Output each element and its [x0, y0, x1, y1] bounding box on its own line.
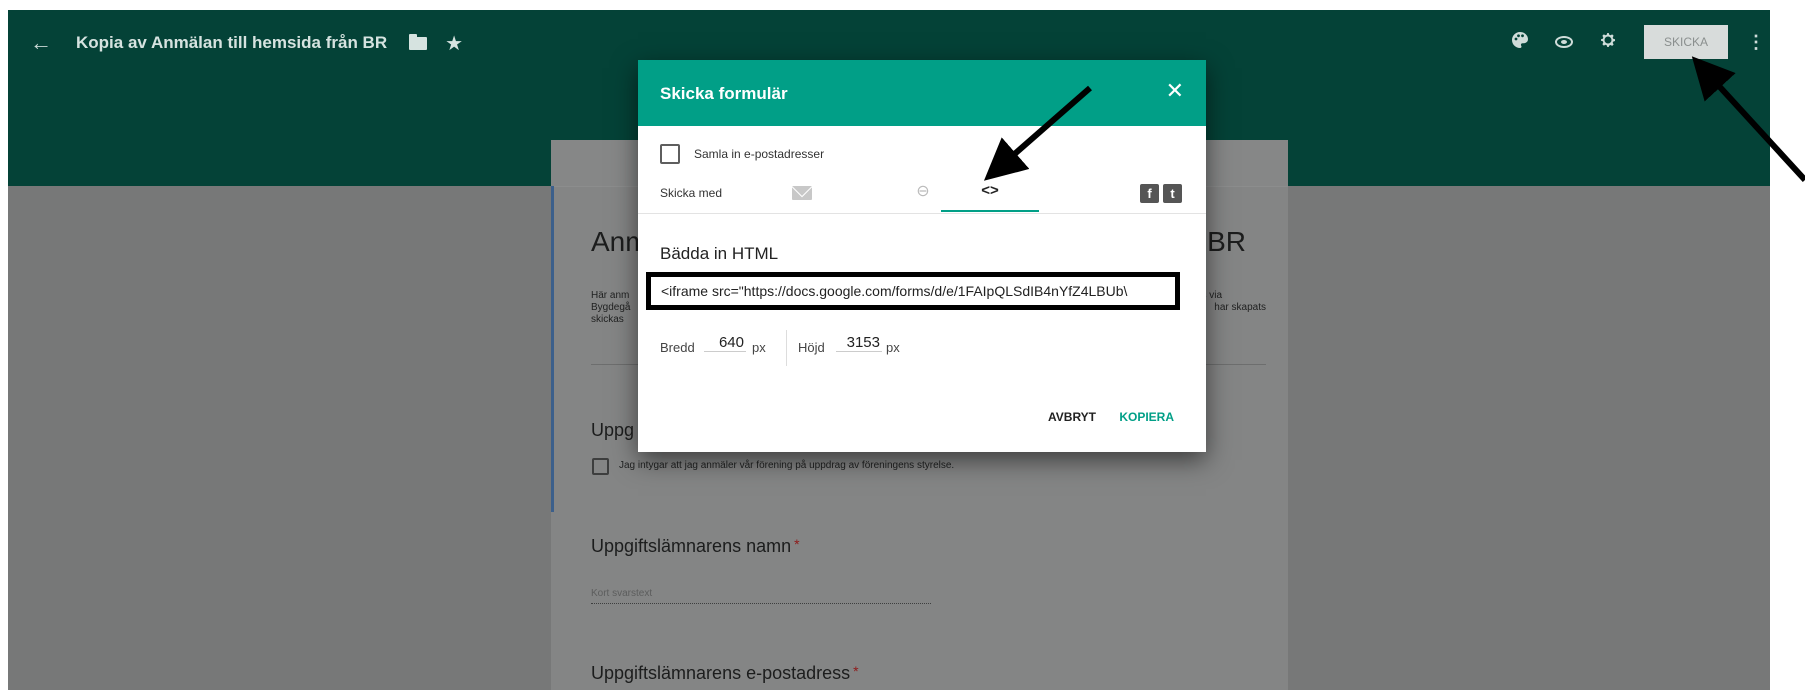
embed-code-field[interactable]: <iframe src="https://docs.google.com/for…	[646, 272, 1180, 310]
arrow-left-icon[interactable]: ←	[30, 30, 60, 56]
link-icon: ⊖	[916, 183, 930, 200]
close-icon[interactable]: ✕	[1166, 80, 1184, 102]
width-input[interactable]: 640	[704, 334, 746, 352]
embed-heading: Bädda in HTML	[660, 244, 779, 263]
tab-email[interactable]	[782, 180, 882, 210]
form-description-line-end: har skapats	[1214, 302, 1266, 313]
card-accent-bar	[551, 186, 554, 512]
social-share: f t	[1136, 184, 1182, 203]
section-title: Uppg	[591, 420, 635, 440]
field-divider	[786, 330, 787, 366]
question-email-text: Uppgiftslämnarens e-postadress	[591, 663, 851, 683]
form-description-line: Här anm	[591, 290, 630, 301]
star-icon[interactable]: ★	[445, 31, 463, 56]
facebook-icon[interactable]: f	[1140, 184, 1159, 203]
collect-emails-checkbox[interactable]	[660, 144, 680, 164]
form-title[interactable]: Kopia av Anmälan till hemsida från BR	[76, 33, 387, 53]
eye-icon[interactable]	[1542, 32, 1586, 53]
certify-label: Jag intygar att jag anmäler vår förening…	[619, 460, 955, 471]
gear-icon[interactable]	[1586, 31, 1630, 54]
width-unit: px	[752, 340, 766, 355]
send-with-label: Skicka med	[660, 186, 723, 200]
tab-embed-html[interactable]: <>	[941, 180, 1039, 212]
eye-icon-shape	[1555, 35, 1573, 48]
required-mark: *	[794, 536, 800, 552]
collect-emails-label: Samla in e-postadresser	[694, 147, 825, 161]
copy-button[interactable]: KOPIERA	[1119, 410, 1174, 424]
send-button[interactable]: SKICKA	[1644, 25, 1728, 59]
form-description-line: skickas	[591, 314, 624, 325]
required-mark: *	[853, 663, 859, 679]
mail-icon	[792, 186, 812, 200]
width-label: Bredd	[660, 340, 695, 355]
dialog-header: Skicka formulär ✕	[638, 60, 1206, 126]
question-name: Uppgiftslämnarens namn *	[591, 536, 800, 557]
code-icon: <>	[981, 182, 999, 199]
short-answer-input[interactable]: Kort svarstext	[591, 588, 931, 604]
dialog-title: Skicka formulär	[660, 84, 788, 103]
toolbar: SKICKA ⋮	[1498, 25, 1770, 59]
height-unit: px	[886, 340, 900, 355]
height-input[interactable]: 3153	[836, 334, 882, 352]
question-email: Uppgiftslämnarens e-postadress *	[591, 663, 859, 684]
form-description-line: Bygdegå	[591, 302, 631, 313]
embed-panel: Bädda in HTML <iframe src="https://docs.…	[638, 214, 1206, 452]
cancel-button[interactable]: AVBRYT	[1048, 410, 1096, 424]
certify-checkbox[interactable]	[592, 458, 609, 475]
question-name-text: Uppgiftslämnarens namn	[591, 536, 792, 556]
forms-editor: ← Kopia av Anmälan till hemsida från BR …	[8, 10, 1770, 690]
send-form-dialog: Skicka formulär ✕ Samla in e-postadresse…	[638, 60, 1206, 452]
folder-icon[interactable]	[409, 33, 428, 50]
title-group: ← Kopia av Anmälan till hemsida från BR …	[30, 28, 463, 58]
twitter-icon[interactable]: t	[1163, 184, 1182, 203]
more-vert-icon[interactable]: ⋮	[1744, 32, 1768, 53]
height-label: Höjd	[798, 340, 825, 355]
palette-icon[interactable]	[1498, 31, 1542, 54]
form-heading-end[interactable]: BR	[1207, 226, 1246, 258]
